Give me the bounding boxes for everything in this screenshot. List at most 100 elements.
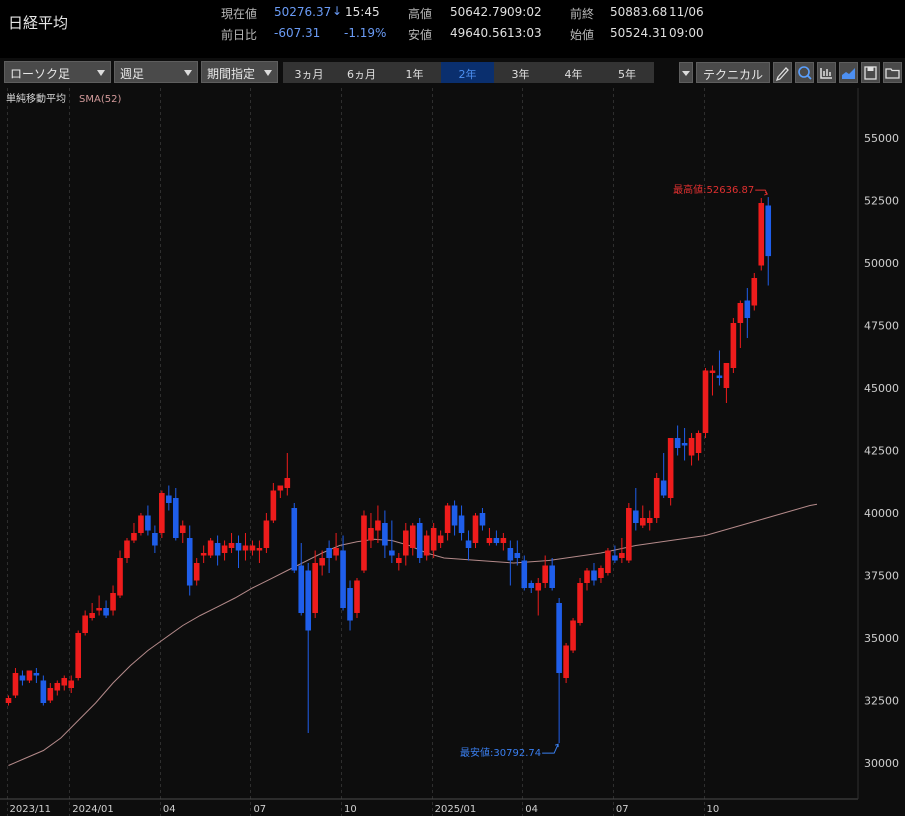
- candle-body: [152, 533, 158, 546]
- candle-body: [124, 540, 130, 558]
- folder-icon[interactable]: [883, 62, 902, 83]
- period-4y[interactable]: 4年: [547, 62, 600, 83]
- interval-value: 週足: [120, 67, 145, 81]
- candlestick-chart[interactable]: 30000 32500 35000 37500 40000 42500 45000 47500…: [0, 88, 905, 816]
- candle-body: [263, 520, 270, 548]
- current-price-value: 50276.37: [274, 5, 332, 19]
- technical-button[interactable]: テクニカル: [696, 62, 770, 83]
- candle-body: [54, 683, 61, 691]
- range-mode-select[interactable]: 期間指定: [201, 61, 278, 83]
- x-tick-label: 07: [616, 804, 629, 815]
- change-percent: -1.19%: [344, 26, 387, 40]
- candle-body: [207, 540, 214, 556]
- y-tick-label: 52500: [864, 195, 899, 208]
- candle: [702, 368, 709, 438]
- candle: [612, 545, 618, 563]
- y-tick-label: 45000: [864, 382, 899, 395]
- range-mode-value: 期間指定: [207, 67, 256, 81]
- period-5y[interactable]: 5年: [600, 62, 654, 83]
- candle-body: [500, 538, 507, 543]
- candle-body: [570, 620, 576, 651]
- max-arrow-icon: [755, 189, 769, 196]
- candle: [235, 535, 242, 568]
- candle: [723, 363, 730, 403]
- candle-body: [542, 565, 548, 583]
- period-1y[interactable]: 1年: [388, 62, 441, 83]
- candle-body: [186, 538, 193, 586]
- candle-body: [75, 633, 81, 678]
- candle-body: [361, 515, 367, 571]
- candle: [730, 318, 737, 373]
- candle-body: [681, 443, 688, 446]
- period-3y[interactable]: 3年: [494, 62, 547, 83]
- interval-select[interactable]: 週足: [114, 61, 198, 83]
- candle: [437, 530, 444, 548]
- candle-body: [653, 478, 660, 518]
- prev-close-value: 50883.68: [610, 5, 668, 19]
- chart-type-select[interactable]: ローソク足: [4, 61, 111, 83]
- x-tick-label: 2024/01: [72, 804, 114, 815]
- candle: [382, 510, 388, 558]
- y-axis: 30000 32500 35000 37500 40000 42500 45000 47500…: [864, 132, 899, 770]
- area-chart-icon[interactable]: [839, 62, 858, 83]
- candle-body: [716, 375, 723, 378]
- candle: [479, 508, 486, 531]
- save-icon[interactable]: [861, 62, 880, 83]
- candle: [145, 505, 151, 536]
- candle-body: [19, 675, 26, 681]
- candle: [716, 350, 723, 386]
- candles-layer: [5, 197, 772, 744]
- pencil-icon[interactable]: [773, 62, 792, 83]
- period-2y[interactable]: 2年: [441, 62, 494, 83]
- candle: [535, 578, 542, 616]
- candle: [493, 530, 500, 546]
- y-tick-label: 55000: [864, 132, 899, 145]
- candle: [389, 520, 395, 563]
- candle-body: [249, 545, 256, 551]
- low-value: 49640.56: [450, 26, 508, 40]
- candle-body: [758, 203, 765, 266]
- period-6m[interactable]: 6ヵ月: [335, 62, 388, 83]
- x-tick-label: 2023/11: [10, 804, 52, 815]
- period-3m[interactable]: 3ヵ月: [283, 62, 335, 83]
- dropdown-icon[interactable]: [679, 62, 693, 83]
- high-time: 09:02: [507, 5, 542, 19]
- candle-body: [277, 485, 284, 491]
- high-value: 50642.79: [450, 5, 508, 19]
- candle: [751, 273, 758, 311]
- candle-body: [319, 558, 325, 566]
- open-label: 始値: [570, 28, 595, 42]
- candle: [152, 525, 158, 553]
- zoom-icon[interactable]: [795, 62, 814, 83]
- candle-body: [284, 478, 291, 488]
- candle-body: [723, 363, 730, 388]
- candle-body: [674, 438, 681, 448]
- candle-body: [179, 525, 186, 533]
- candle-body: [660, 480, 667, 496]
- candle-body: [103, 608, 109, 616]
- candle-body: [465, 540, 472, 548]
- volume-bars-icon[interactable]: [817, 62, 836, 83]
- candle: [549, 558, 555, 591]
- candle-body: [172, 498, 179, 538]
- candle-body: [409, 525, 416, 548]
- y-tick-label: 35000: [864, 632, 899, 645]
- open-time: 09:00: [669, 26, 704, 40]
- candle-body: [479, 513, 486, 526]
- candle-body: [235, 543, 242, 551]
- candle: [653, 473, 660, 523]
- candle: [249, 540, 256, 556]
- candle-body: [193, 563, 200, 581]
- candle: [26, 670, 33, 683]
- candle-body: [423, 535, 430, 556]
- candle-body: [430, 528, 437, 551]
- candle: [765, 197, 772, 286]
- candle: [221, 540, 228, 561]
- candle-body: [270, 490, 277, 521]
- candle-body: [605, 550, 611, 573]
- candle-body: [333, 548, 339, 556]
- x-tick-label: 04: [163, 804, 176, 815]
- y-tick-label: 37500: [864, 570, 899, 583]
- candle: [646, 510, 653, 531]
- chart-toolbar: ローソク足 週足 期間指定 3ヵ月 6ヵ月 1年 2年 3年 4年 5年 テクニ…: [0, 61, 905, 85]
